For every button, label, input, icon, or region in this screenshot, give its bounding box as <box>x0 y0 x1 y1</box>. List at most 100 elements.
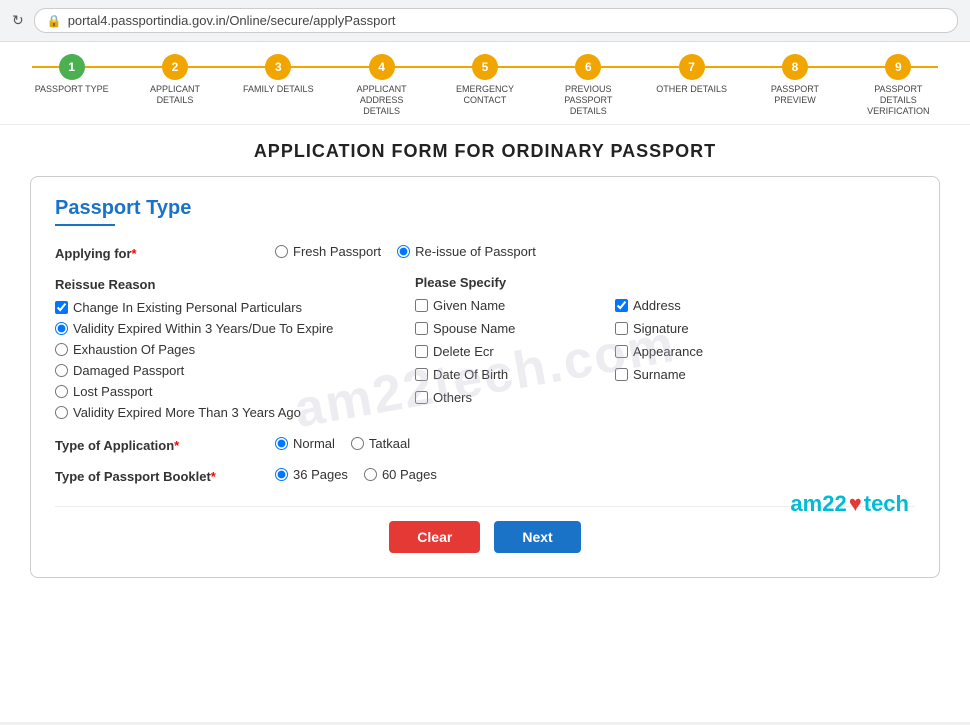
reissue-section: Reissue Reason Change In Existing Person… <box>55 275 915 420</box>
step-6[interactable]: 6 PREVIOUS PASSPORT DETAILS <box>537 54 640 116</box>
button-row: Clear Next <box>55 506 915 553</box>
validity-more-3-label: Validity Expired More Than 3 Years Ago <box>73 405 301 420</box>
step-7[interactable]: 7 OTHER DETAILS <box>640 54 743 95</box>
lost-radio[interactable] <box>55 385 68 398</box>
reissue-left: Reissue Reason Change In Existing Person… <box>55 275 415 420</box>
step-3[interactable]: 3 FAMILY DETAILS <box>227 54 330 95</box>
exhaustion-option[interactable]: Exhaustion Of Pages <box>55 342 415 357</box>
please-specify-section: Given Name Spouse Name Delete Ecr <box>415 298 915 405</box>
step-circle-7: 7 <box>679 54 705 80</box>
exhaustion-radio[interactable] <box>55 343 68 356</box>
please-specify-col1: Given Name Spouse Name Delete Ecr <box>415 298 575 405</box>
branding: am22 ♥ tech <box>790 491 909 517</box>
step-label-3: FAMILY DETAILS <box>243 84 314 95</box>
change-personal-checkbox[interactable] <box>55 301 68 314</box>
please-specify-label: Please Specify <box>415 275 915 290</box>
step-4[interactable]: 4 APPLICANT ADDRESS DETAILS <box>330 54 433 116</box>
clear-button[interactable]: Clear <box>389 521 480 553</box>
fresh-passport-radio[interactable] <box>275 245 288 258</box>
lock-icon: 🔒 <box>47 14 62 28</box>
tatkaal-option[interactable]: Tatkaal <box>351 436 410 451</box>
60pages-option[interactable]: 60 Pages <box>364 467 437 482</box>
tatkaal-label: Tatkaal <box>369 436 410 451</box>
normal-label: Normal <box>293 436 335 451</box>
signature-option[interactable]: Signature <box>615 321 775 336</box>
spouse-name-option[interactable]: Spouse Name <box>415 321 575 336</box>
steps-container: 1 PASSPORT TYPE 2 APPLICANT DETAILS 3 FA… <box>20 54 950 116</box>
main-content: APPLICATION FORM FOR ORDINARY PASSPORT a… <box>0 125 970 598</box>
damaged-option[interactable]: Damaged Passport <box>55 363 415 378</box>
applying-for-options: Fresh Passport Re-issue of Passport <box>275 244 536 259</box>
validity-more-3-option[interactable]: Validity Expired More Than 3 Years Ago <box>55 405 415 420</box>
step-8[interactable]: 8 PASSPORT PREVIEW <box>743 54 846 106</box>
change-personal-option[interactable]: Change In Existing Personal Particulars <box>55 300 415 315</box>
step-circle-8: 8 <box>782 54 808 80</box>
step-circle-9: 9 <box>885 54 911 80</box>
step-label-2: APPLICANT DETAILS <box>135 84 215 106</box>
type-of-booklet-options: 36 Pages 60 Pages <box>275 467 437 482</box>
lost-label: Lost Passport <box>73 384 153 399</box>
reissue-passport-option[interactable]: Re-issue of Passport <box>397 244 536 259</box>
surname-option[interactable]: Surname <box>615 367 775 382</box>
delete-ecr-option[interactable]: Delete Ecr <box>415 344 575 359</box>
reissue-reason-label: Reissue Reason <box>55 275 415 292</box>
step-label-8: PASSPORT PREVIEW <box>755 84 835 106</box>
spouse-name-checkbox[interactable] <box>415 322 428 335</box>
tatkaal-radio[interactable] <box>351 437 364 450</box>
surname-checkbox[interactable] <box>615 368 628 381</box>
others-option[interactable]: Others <box>415 390 575 405</box>
section-divider <box>55 224 115 226</box>
validity-more-3-radio[interactable] <box>55 406 68 419</box>
others-checkbox[interactable] <box>415 391 428 404</box>
section-title: Passport Type <box>55 197 915 220</box>
fresh-passport-label: Fresh Passport <box>293 244 381 259</box>
validity-3-radio[interactable] <box>55 322 68 335</box>
36pages-option[interactable]: 36 Pages <box>275 467 348 482</box>
appearance-checkbox[interactable] <box>615 345 628 358</box>
signature-label: Signature <box>633 321 689 336</box>
reissue-passport-label: Re-issue of Passport <box>415 244 536 259</box>
type-of-application-row: Type of Application* Normal Tatkaal <box>55 436 915 453</box>
signature-checkbox[interactable] <box>615 322 628 335</box>
given-name-checkbox[interactable] <box>415 299 428 312</box>
normal-radio[interactable] <box>275 437 288 450</box>
next-button[interactable]: Next <box>494 521 580 553</box>
reissue-reasons: Change In Existing Personal Particulars … <box>55 300 415 420</box>
lost-option[interactable]: Lost Passport <box>55 384 415 399</box>
step-2[interactable]: 2 APPLICANT DETAILS <box>123 54 226 106</box>
step-circle-5: 5 <box>472 54 498 80</box>
step-label-1: PASSPORT TYPE <box>35 84 109 95</box>
refresh-icon[interactable]: ↻ <box>12 12 24 29</box>
exhaustion-label: Exhaustion Of Pages <box>73 342 195 357</box>
step-5[interactable]: 5 EMERGENCY CONTACT <box>433 54 536 106</box>
given-name-option[interactable]: Given Name <box>415 298 575 313</box>
step-9[interactable]: 9 PASSPORT DETAILS VERIFICATION <box>847 54 950 116</box>
applying-for-row: Applying for* Fresh Passport Re-issue of… <box>55 244 915 261</box>
normal-option[interactable]: Normal <box>275 436 335 451</box>
delete-ecr-checkbox[interactable] <box>415 345 428 358</box>
step-circle-2: 2 <box>162 54 188 80</box>
page-title: APPLICATION FORM FOR ORDINARY PASSPORT <box>30 141 940 162</box>
36pages-radio[interactable] <box>275 468 288 481</box>
appearance-label: Appearance <box>633 344 703 359</box>
address-checkbox[interactable] <box>615 299 628 312</box>
form-card: am22tech.com Passport Type Applying for*… <box>30 176 940 578</box>
reissue-right: Please Specify Given Name Spouse Name <box>415 275 915 420</box>
date-of-birth-checkbox[interactable] <box>415 368 428 381</box>
fresh-passport-option[interactable]: Fresh Passport <box>275 244 381 259</box>
step-circle-6: 6 <box>575 54 601 80</box>
60pages-radio[interactable] <box>364 468 377 481</box>
spouse-name-label: Spouse Name <box>433 321 515 336</box>
address-option[interactable]: Address <box>615 298 775 313</box>
reissue-passport-radio[interactable] <box>397 245 410 258</box>
page: 1 PASSPORT TYPE 2 APPLICANT DETAILS 3 FA… <box>0 42 970 722</box>
step-label-7: OTHER DETAILS <box>656 84 727 95</box>
given-name-label: Given Name <box>433 298 505 313</box>
date-of-birth-option[interactable]: Date Of Birth <box>415 367 575 382</box>
step-circle-3: 3 <box>265 54 291 80</box>
address-label: Address <box>633 298 681 313</box>
validity-3-option[interactable]: Validity Expired Within 3 Years/Due To E… <box>55 321 415 336</box>
step-1[interactable]: 1 PASSPORT TYPE <box>20 54 123 95</box>
appearance-option[interactable]: Appearance <box>615 344 775 359</box>
damaged-radio[interactable] <box>55 364 68 377</box>
